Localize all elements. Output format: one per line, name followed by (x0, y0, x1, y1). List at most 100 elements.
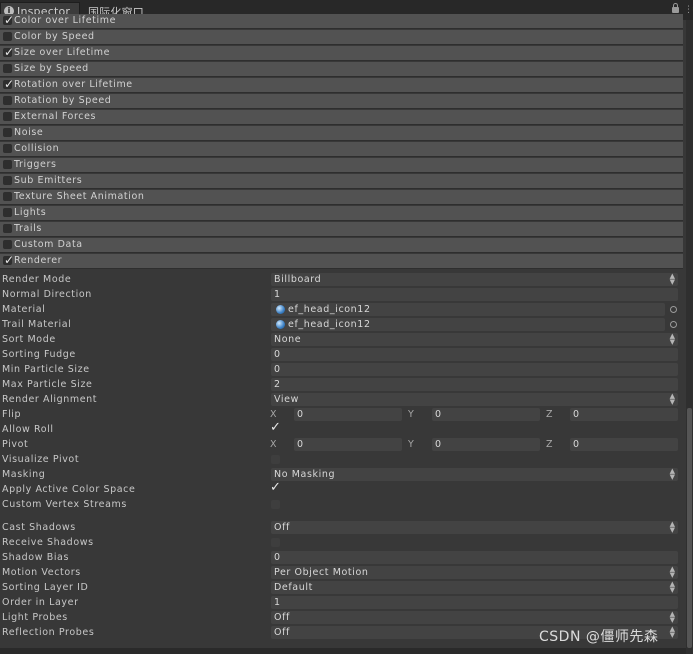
module-external-forces[interactable]: External Forces (0, 110, 683, 125)
render-alignment-label: Render Alignment (2, 394, 98, 405)
sort-mode-dropdown[interactable]: None ▲ ▼ (271, 333, 678, 346)
module-texture-sheet-animation[interactable]: Texture Sheet Animation (0, 190, 683, 205)
motion-vectors-dropdown[interactable]: Per Object Motion ▲ ▼ (271, 566, 678, 579)
module-collision[interactable]: Collision (0, 142, 683, 157)
sorting-fudge-field[interactable]: 0 (271, 348, 678, 361)
checkmark-icon: ✓ (4, 45, 15, 59)
min-particle-size-field[interactable]: 0 (271, 363, 678, 376)
dropdown-arrows-icon: ▲ ▼ (669, 580, 675, 594)
dropdown-arrows-icon: ▲ ▼ (669, 332, 675, 346)
module-renderer[interactable]: ✓ Renderer (0, 253, 683, 269)
module-size-over-lifetime[interactable]: ✓ Size over Lifetime (0, 45, 683, 61)
module-toggle[interactable]: ✓ (3, 77, 15, 91)
module-label: Size over Lifetime (14, 47, 111, 58)
flip-z-value: 0 (573, 409, 580, 420)
module-label: Trails (14, 223, 42, 234)
module-color-over-lifetime[interactable]: ✓ Color over Lifetime (0, 13, 683, 29)
apply-active-color-space-checkbox[interactable]: ✓ (270, 480, 281, 495)
checkmark-icon: ✓ (4, 77, 15, 91)
module-toggle[interactable] (3, 144, 12, 153)
module-toggle[interactable] (3, 208, 12, 217)
module-label: Collision (14, 143, 60, 154)
pivot-row: Pivot X 0 Y 0 Z 0 (0, 438, 683, 453)
module-toggle[interactable] (3, 160, 12, 169)
module-rotation-by-speed[interactable]: Rotation by Speed (0, 94, 683, 109)
module-lights[interactable]: Lights (0, 206, 683, 221)
module-label: Color by Speed (14, 31, 95, 42)
module-toggle[interactable] (3, 96, 12, 105)
pivot-x-field[interactable]: 0 (294, 438, 402, 451)
trail-material-row: Trail Material ef_head_icon12 (0, 318, 683, 333)
module-toggle[interactable] (3, 192, 12, 201)
shadow-bias-label: Shadow Bias (2, 552, 70, 563)
visualize-pivot-checkbox[interactable] (271, 455, 280, 464)
module-label: Lights (14, 207, 47, 218)
order-in-layer-label: Order in Layer (2, 597, 79, 608)
module-toggle[interactable]: ✓ (3, 253, 14, 267)
light-probes-dropdown[interactable]: Off ▲ ▼ (271, 611, 678, 624)
shadow-bias-row: Shadow Bias 0 (0, 551, 683, 566)
pivot-y-value: 0 (435, 439, 442, 450)
module-label: Triggers (14, 159, 57, 170)
module-label: Noise (14, 127, 44, 138)
custom-vertex-streams-row: Custom Vertex Streams (0, 498, 683, 513)
custom-vertex-streams-checkbox[interactable] (271, 500, 280, 509)
module-toggle[interactable] (3, 176, 12, 185)
object-picker-icon[interactable] (670, 321, 677, 328)
light-probes-label: Light Probes (2, 612, 68, 623)
pivot-z-field[interactable]: 0 (570, 438, 678, 451)
bottom-edge (0, 648, 686, 654)
receive-shadows-checkbox[interactable] (271, 538, 280, 547)
module-trails[interactable]: Trails (0, 222, 683, 237)
order-in-layer-field[interactable]: 1 (271, 596, 678, 609)
shadow-bias-field[interactable]: 0 (271, 551, 678, 564)
module-label: Color over Lifetime (14, 15, 117, 26)
receive-shadows-label: Receive Shadows (2, 537, 94, 548)
masking-dropdown[interactable]: No Masking ▲ ▼ (271, 468, 678, 481)
module-toggle[interactable]: ✓ (3, 13, 14, 27)
menu-dots-icon[interactable]: ⋮≡ (684, 5, 693, 15)
flip-x-value: 0 (297, 409, 304, 420)
max-particle-size-field[interactable]: 2 (271, 378, 678, 391)
masking-row: Masking No Masking ▲ ▼ (0, 468, 683, 483)
vertical-scrollbar-thumb[interactable] (687, 408, 692, 648)
flip-x-field[interactable]: 0 (294, 408, 402, 421)
module-size-by-speed[interactable]: Size by Speed (0, 62, 683, 77)
cast-shadows-dropdown[interactable]: Off ▲ ▼ (271, 521, 678, 534)
sorting-layer-id-dropdown[interactable]: Default ▲ ▼ (271, 581, 678, 594)
module-label: Renderer (14, 255, 63, 266)
module-custom-data[interactable]: Custom Data (0, 238, 683, 253)
flip-z-field[interactable]: 0 (570, 408, 678, 421)
allow-roll-checkbox[interactable]: ✓ (270, 420, 281, 435)
module-toggle[interactable] (3, 224, 12, 233)
module-sub-emitters[interactable]: Sub Emitters (0, 174, 683, 189)
trail-material-object-field[interactable]: ef_head_icon12 (271, 318, 665, 331)
shadow-bias-value: 0 (274, 552, 281, 563)
light-probes-row: Light Probes Off ▲ ▼ (0, 611, 683, 626)
object-picker-icon[interactable] (670, 306, 677, 313)
render-mode-value: Billboard (274, 274, 322, 285)
visualize-pivot-label: Visualize Pivot (2, 454, 80, 465)
normal-direction-field[interactable]: 1 (271, 288, 678, 301)
module-noise[interactable]: Noise (0, 126, 683, 141)
render-alignment-dropdown[interactable]: View ▲ ▼ (271, 393, 678, 406)
module-triggers[interactable]: Triggers (0, 158, 683, 173)
apply-active-color-space-row: Apply Active Color Space ✓ (0, 480, 683, 498)
min-particle-size-label: Min Particle Size (2, 364, 90, 375)
module-color-by-speed[interactable]: Color by Speed (0, 30, 683, 45)
trail-material-label: Trail Material (2, 319, 72, 330)
module-toggle[interactable] (3, 112, 12, 121)
flip-y-field[interactable]: 0 (432, 408, 540, 421)
material-object-field[interactable]: ef_head_icon12 (271, 303, 665, 316)
dropdown-arrows-icon: ▲ ▼ (669, 467, 675, 481)
module-toggle[interactable] (3, 128, 12, 137)
pivot-y-field[interactable]: 0 (432, 438, 540, 451)
module-toggle[interactable] (3, 64, 12, 73)
module-rotation-over-lifetime[interactable]: ✓ Rotation over Lifetime (0, 77, 683, 93)
module-toggle[interactable]: ✓ (3, 45, 15, 59)
render-mode-dropdown[interactable]: Billboard ▲ ▼ (271, 273, 678, 286)
module-toggle[interactable] (3, 32, 12, 41)
module-toggle[interactable] (3, 240, 12, 249)
dropdown-arrows-icon: ▲ ▼ (669, 625, 675, 639)
lock-icon[interactable] (672, 3, 679, 13)
